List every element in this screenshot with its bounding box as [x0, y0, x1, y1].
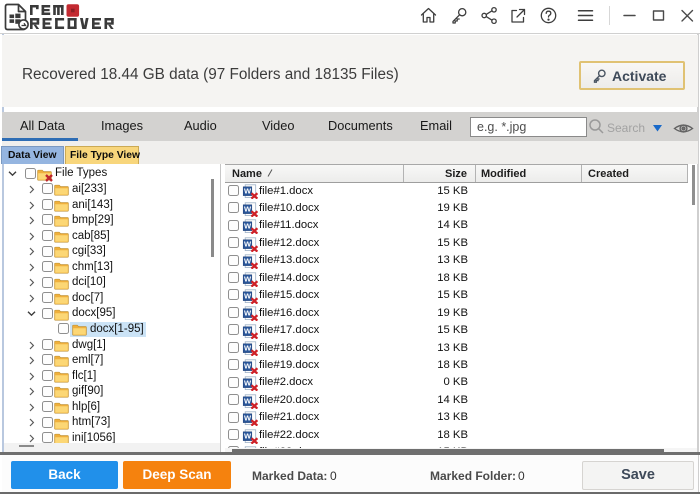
- svg-text:W: W: [244, 292, 252, 301]
- svg-text:W: W: [244, 431, 252, 440]
- svg-text:W: W: [244, 187, 252, 196]
- svg-text:W: W: [244, 344, 252, 353]
- svg-text:W: W: [244, 414, 252, 423]
- svg-text:W: W: [244, 326, 252, 335]
- svg-text:W: W: [244, 396, 252, 405]
- svg-text:W: W: [244, 274, 252, 283]
- svg-text:W: W: [244, 309, 252, 318]
- svg-text:W: W: [244, 222, 252, 231]
- svg-text:W: W: [244, 257, 252, 266]
- svg-text:W: W: [244, 204, 252, 213]
- svg-text:W: W: [244, 239, 252, 248]
- svg-text:W: W: [244, 379, 252, 388]
- svg-text:W: W: [244, 361, 252, 370]
